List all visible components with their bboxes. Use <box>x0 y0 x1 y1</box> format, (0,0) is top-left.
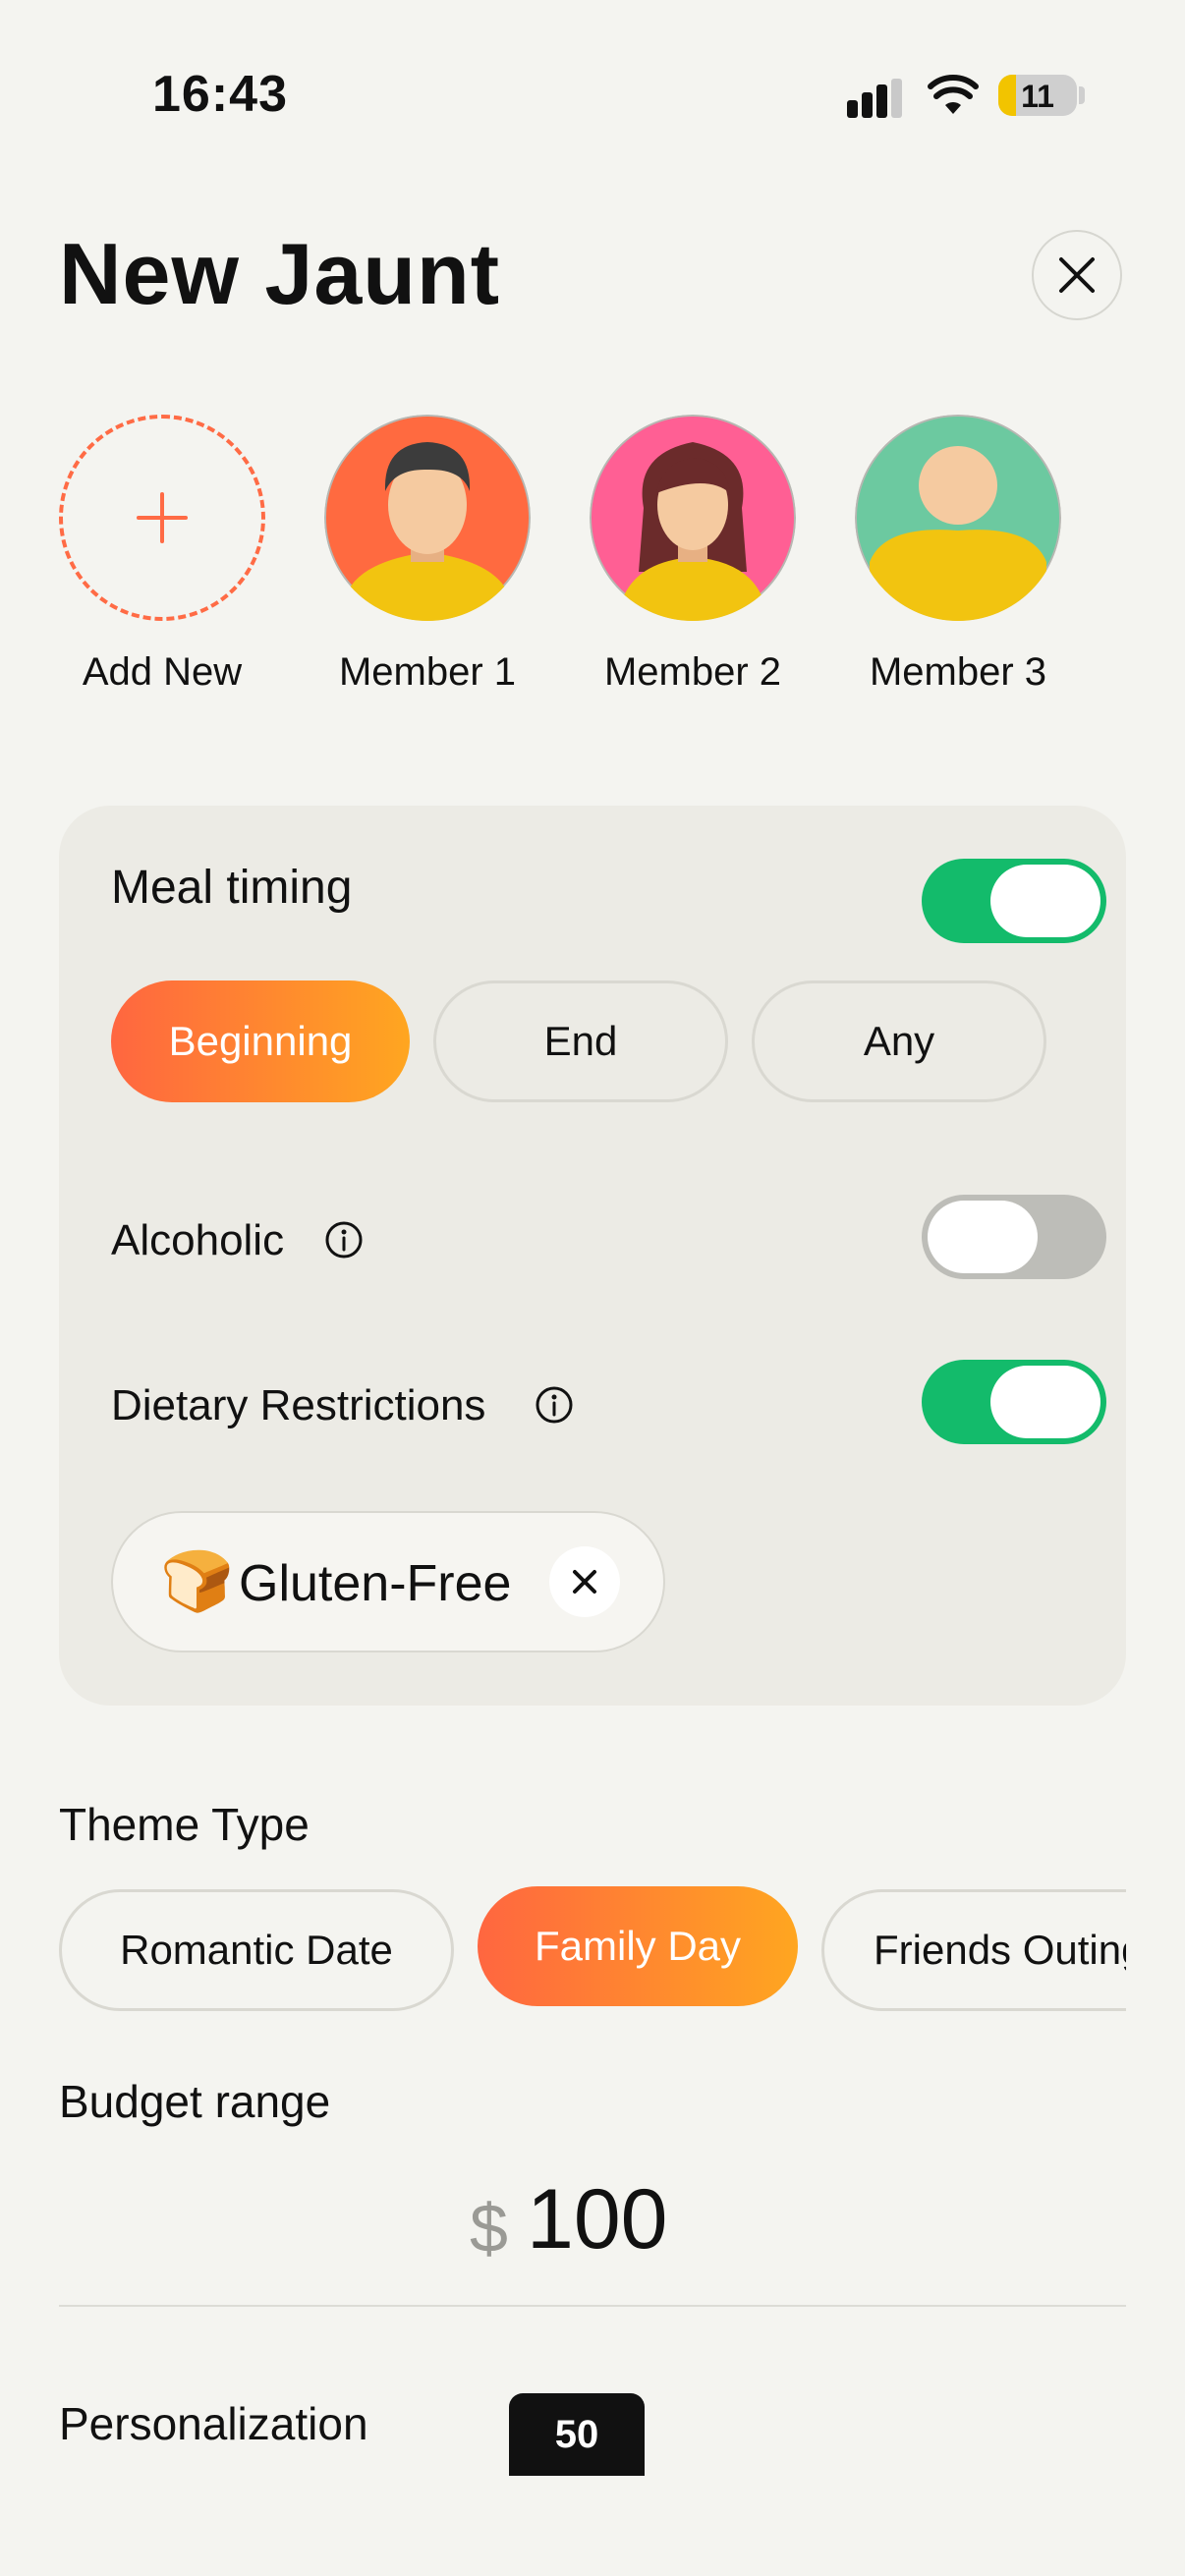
alcoholic-info-icon[interactable] <box>324 1220 364 1264</box>
personalization-slider-value[interactable]: 50 <box>509 2393 645 2476</box>
personalization-label: Personalization <box>59 2398 368 2449</box>
divider <box>59 2305 1126 2307</box>
close-icon <box>1059 257 1095 293</box>
battery-tip <box>1079 86 1085 104</box>
meal-timing-label: Meal timing <box>111 862 353 914</box>
page-title: New Jaunt <box>59 225 501 322</box>
member-3-avatar[interactable] <box>855 415 1061 621</box>
dietary-info-icon[interactable] <box>535 1385 574 1429</box>
theme-option-friends-outing[interactable]: Friends Outing <box>821 1889 1126 2011</box>
budget-range-label: Budget range <box>59 2076 331 2127</box>
dietary-restrictions-label: Dietary Restrictions <box>111 1381 486 1429</box>
member-1-avatar[interactable] <box>324 415 531 621</box>
bread-icon: 🍞 <box>160 1548 234 1614</box>
member-2-avatar[interactable] <box>590 415 796 621</box>
plus-icon <box>137 492 188 543</box>
budget-currency: $ <box>470 2190 508 2267</box>
theme-option-romantic-date[interactable]: Romantic Date <box>59 1889 454 2011</box>
meal-timing-option-beginning[interactable]: Beginning <box>111 980 410 1102</box>
theme-option-family-day[interactable]: Family Day <box>478 1886 798 2006</box>
theme-type-label: Theme Type <box>59 1799 310 1850</box>
alcoholic-label: Alcoholic <box>111 1216 285 1264</box>
close-button[interactable] <box>1032 230 1122 320</box>
status-time: 16:43 <box>152 66 288 123</box>
battery-icon: 11 <box>998 75 1077 116</box>
meal-timing-option-any[interactable]: Any <box>752 980 1046 1102</box>
member-1-label: Member 1 <box>338 650 517 694</box>
member-3-label: Member 3 <box>869 650 1047 694</box>
cellular-signal-icon <box>847 79 906 118</box>
dietary-chip-gluten-free: 🍞 Gluten-Free <box>111 1511 665 1652</box>
close-icon <box>573 1570 596 1594</box>
budget-value[interactable]: 100 <box>527 2171 668 2268</box>
meal-timing-option-end[interactable]: End <box>433 980 728 1102</box>
chip-label: Gluten-Free <box>239 1555 512 1612</box>
add-member-button[interactable] <box>59 415 265 621</box>
member-2-label: Member 2 <box>603 650 782 694</box>
meal-timing-toggle[interactable] <box>922 859 1106 943</box>
alcoholic-toggle[interactable] <box>922 1195 1106 1279</box>
remove-chip-button[interactable] <box>549 1546 620 1617</box>
theme-options: Romantic Date Family Day Friends Outing <box>59 1886 1126 2014</box>
wifi-icon <box>928 75 979 116</box>
battery-level: 11 <box>1021 79 1054 114</box>
dietary-restrictions-toggle[interactable] <box>922 1360 1106 1444</box>
add-new-label: Add New <box>82 650 243 694</box>
